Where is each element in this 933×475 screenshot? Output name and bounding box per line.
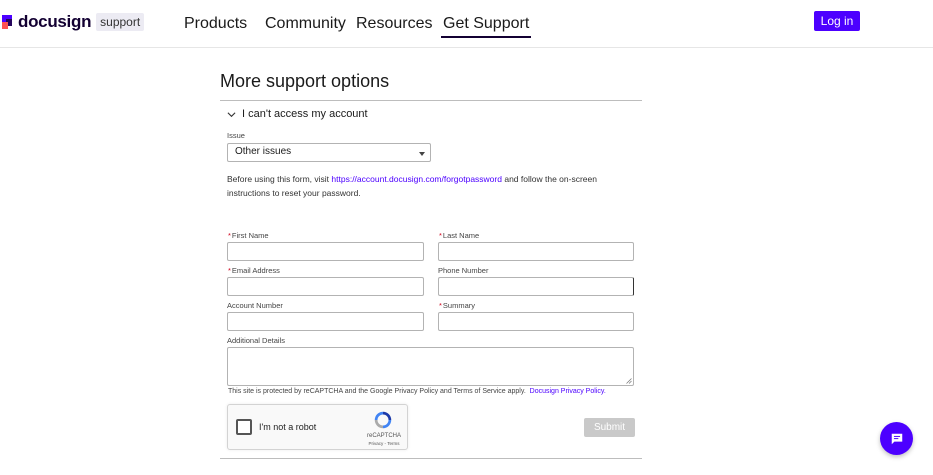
phone-field[interactable] xyxy=(438,277,634,296)
recaptcha-label: I'm not a robot xyxy=(259,422,317,432)
issue-select[interactable]: Other issues xyxy=(227,143,431,162)
docusign-logo[interactable]: docusign support xyxy=(2,11,145,33)
support-badge: support xyxy=(96,13,145,31)
recaptcha-logo-icon xyxy=(374,411,392,429)
section-title: More support options xyxy=(220,71,390,91)
email-field[interactable] xyxy=(227,277,424,296)
divider xyxy=(220,100,642,101)
chat-icon xyxy=(891,433,902,444)
recaptcha-checkbox[interactable] xyxy=(236,419,252,435)
phone-label: Phone Number xyxy=(438,266,489,275)
docusign-logo-icon xyxy=(2,15,15,29)
first-name-input[interactable] xyxy=(227,242,424,261)
last-name-input[interactable] xyxy=(438,242,634,261)
info-text-before: Before using this form, visit xyxy=(227,174,332,184)
submit-button[interactable]: Submit xyxy=(584,418,635,437)
privacy-policy-link[interactable]: Docusign Privacy Policy. xyxy=(530,388,606,395)
nav-products[interactable]: Products xyxy=(184,15,247,33)
last-name-label: *Last Name xyxy=(439,231,480,240)
recaptcha-links[interactable]: Privacy - Terms xyxy=(364,441,404,446)
nav-resources[interactable]: Resources xyxy=(356,15,432,33)
login-button[interactable]: Log in xyxy=(814,11,860,31)
recaptcha-notice: This site is protected by reCAPTCHA and … xyxy=(228,388,606,395)
summary-label: *Summary xyxy=(439,301,476,310)
accordion-account-access[interactable]: I can't access my account xyxy=(227,108,368,120)
chat-launcher-button[interactable] xyxy=(880,422,913,455)
chevron-down-icon xyxy=(227,111,236,117)
additional-details-label: Additional Details xyxy=(227,336,285,345)
recaptcha-brand: reCAPTCHA xyxy=(366,433,401,439)
first-name-label: *First Name xyxy=(228,231,269,240)
resize-handle-icon[interactable] xyxy=(626,378,632,384)
recaptcha-widget: I'm not a robot reCAPTCHA Privacy - Term… xyxy=(227,404,408,450)
nav-get-support[interactable]: Get Support xyxy=(441,15,532,38)
logo-wordmark: docusign xyxy=(18,12,92,31)
email-label: *Email Address xyxy=(228,266,280,275)
summary-input[interactable] xyxy=(438,312,634,331)
issue-label: Issue xyxy=(227,131,245,140)
instructions-text: Before using this form, visit https://ac… xyxy=(227,172,639,200)
site-header: docusign support Products Community Reso… xyxy=(0,0,933,48)
nav-community[interactable]: Community xyxy=(265,15,346,33)
forgot-password-link[interactable]: https://account.docusign.com/forgotpassw… xyxy=(331,174,502,184)
account-number-label: Account Number xyxy=(227,301,283,310)
issue-select-value: Other issues xyxy=(235,146,292,157)
additional-details-textarea[interactable] xyxy=(227,347,634,386)
account-number-input[interactable] xyxy=(227,312,424,331)
accordion-label: I can't access my account xyxy=(242,108,368,120)
divider-bottom xyxy=(220,458,642,459)
dropdown-arrow-icon xyxy=(419,152,425,156)
